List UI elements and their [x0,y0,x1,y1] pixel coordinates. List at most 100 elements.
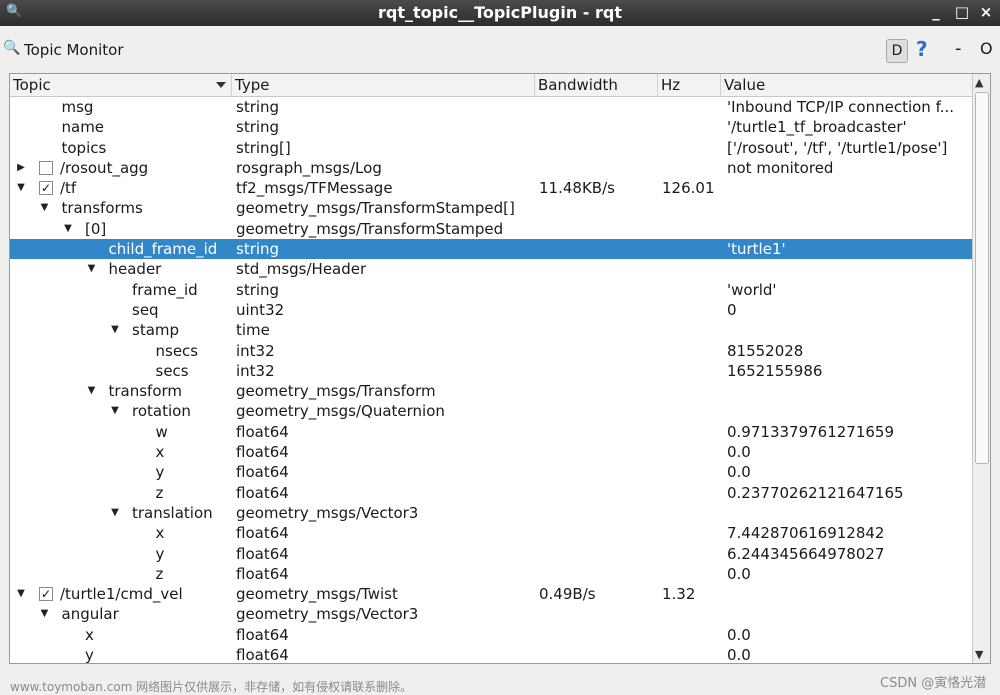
scroll-up-icon[interactable]: ▲ [975,76,983,89]
dock-button[interactable]: D [886,39,908,63]
column-header-bandwidth[interactable]: Bandwidth [535,74,658,96]
topic-type: float64 [236,544,289,563]
tree-row[interactable]: secs int32 1652155986 [10,361,972,381]
expanded-arrow-icon[interactable]: ▼ [14,178,28,198]
column-header-type[interactable]: Type [232,74,535,96]
window-titlebar[interactable]: 🔍 rqt_topic__TopicPlugin - rqt _ □ × [0,0,1000,26]
topic-value: ['/rosout', '/tf', '/turtle1/pose'] [727,138,948,157]
monitor-checkbox[interactable]: ✓ [39,181,53,196]
monitor-checkbox[interactable]: ✓ [39,587,53,602]
expanded-arrow-icon[interactable]: ▼ [108,320,122,340]
expanded-arrow-icon[interactable]: ▼ [38,604,52,624]
tree-row[interactable]: ▼ rotation geometry_msgs/Quaternion [10,401,972,421]
topic-value: 0.0 [727,443,751,462]
expanded-arrow-icon[interactable]: ▼ [61,219,75,239]
expanded-arrow-icon[interactable]: ▼ [14,584,28,604]
topic-type: float64 [236,483,289,502]
topic-name: /rosout_agg [60,158,149,177]
tree-row[interactable]: y float64 0.0 [10,462,972,482]
tree-row[interactable]: ▼ transforms geometry_msgs/TransformStampe… [10,198,972,218]
topic-name: transforms [61,199,143,218]
topic-type: float64 [236,646,289,664]
maximize-button[interactable]: □ [952,3,972,21]
window-title: rqt_topic__TopicPlugin - rqt [378,3,622,22]
close-button[interactable]: × [976,3,996,21]
topic-bandwidth: 0.49B/s [539,585,596,604]
topic-name: x [155,524,165,543]
topic-type: int32 [236,361,275,380]
plugin-close-button[interactable]: O [980,39,993,58]
topic-value: 81552028 [727,341,804,360]
tree-row[interactable]: ▼ translation geometry_msgs/Vector3 [10,503,972,523]
topic-name: x [85,625,94,644]
tree-row[interactable]: msg string 'Inbound TCP/IP connection f... [10,97,972,117]
topic-name: rotation [132,402,191,421]
magnifier-icon: 🔍 [3,40,21,56]
scroll-down-icon[interactable]: ▼ [975,648,983,661]
topic-tree[interactable]: Topic Type Bandwidth Hz Value msg string '… [9,73,991,664]
expanded-arrow-icon[interactable]: ▼ [38,198,52,218]
scrollbar-thumb[interactable] [975,92,989,464]
topic-hz: 1.32 [662,585,696,604]
topic-name: seq [132,300,159,319]
tree-row[interactable]: ▼ [0] geometry_msgs/TransformStamped [10,219,972,239]
tree-row[interactable]: y float64 6.244345664978027 [10,544,972,564]
topic-type: geometry_msgs/TransformStamped[] [236,199,515,218]
expanded-arrow-icon[interactable]: ▼ [108,503,122,523]
tree-row[interactable]: ▼ ✓ /turtle1/cmd_vel geometry_msgs/Twist 0.4… [10,584,972,604]
column-header-value[interactable]: Value [721,74,972,96]
topic-name: name [61,118,105,137]
tree-row[interactable]: x float64 0.0 [10,442,972,462]
topic-type: geometry_msgs/Transform [236,382,436,401]
topic-name: w [155,422,168,441]
monitor-checkbox[interactable] [39,160,53,175]
tree-row[interactable]: ▼ transform geometry_msgs/Transform [10,381,972,401]
topic-value: not monitored [727,158,834,177]
topic-type: string [236,280,280,299]
tree-row[interactable]: z float64 0.0 [10,564,972,584]
topic-bandwidth: 11.48KB/s [539,179,615,198]
plugin-minimize-button[interactable]: - [955,38,962,59]
topic-name: /tf [60,179,77,198]
topic-type: geometry_msgs/TransformStamped [236,219,504,238]
topic-name: z [155,564,164,583]
topic-value: 0.0 [727,463,751,482]
tree-row[interactable]: x float64 7.442870616912842 [10,523,972,543]
tree-row[interactable]: child_frame_id string 'turtle1' [10,239,972,260]
topic-name: child_frame_id [108,240,218,259]
tree-row[interactable]: ▼ angular geometry_msgs/Vector3 [10,604,972,624]
topic-value: 'Inbound TCP/IP connection f... [727,98,955,116]
tree-row[interactable]: ▼ header std_msgs/Header [10,259,972,279]
topic-type: int32 [236,341,275,360]
topic-name: nsecs [155,341,199,360]
tree-row[interactable]: nsecs int32 81552028 [10,341,972,361]
tree-row[interactable]: topics string[] ['/rosout', '/tf', '/turtl… [10,138,972,158]
column-header-topic[interactable]: Topic [10,74,232,96]
tree-row[interactable]: z float64 0.23770262121647165 [10,483,972,503]
vertical-scrollbar[interactable]: ▲ ▼ [972,74,990,663]
topic-type: rosgraph_msgs/Log [236,158,382,177]
tree-row[interactable]: y float64 0.0 [10,645,972,664]
tree-row[interactable]: ▼ stamp time [10,320,972,340]
topic-name: y [85,646,94,664]
tree-row[interactable]: frame_id string 'world' [10,280,972,300]
expanded-arrow-icon[interactable]: ▼ [108,401,122,421]
tree-row[interactable]: w float64 0.9713379761271659 [10,422,972,442]
expanded-arrow-icon[interactable]: ▼ [85,381,99,401]
topic-name: topics [61,138,107,157]
minimize-button[interactable]: _ [926,3,946,21]
help-button[interactable]: ? [916,37,928,61]
tree-row[interactable]: x float64 0.0 [10,625,972,645]
tree-row[interactable]: name string '/turtle1_tf_broadcaster' [10,117,972,137]
tree-row[interactable]: ▶ /rosout_agg rosgraph_msgs/Log not monitor… [10,158,972,178]
tree-row[interactable]: ▼ ✓ /tf tf2_msgs/TFMessage 11.48KB/s 126.01 [10,178,972,198]
topic-type: geometry_msgs/Vector3 [236,605,419,624]
topic-name: stamp [132,321,180,340]
topic-name: frame_id [132,280,198,299]
tree-row[interactable]: seq uint32 0 [10,300,972,320]
expanded-arrow-icon[interactable]: ▼ [85,259,99,279]
topic-name: secs [155,361,189,380]
topic-type: uint32 [236,300,285,319]
column-header-hz[interactable]: Hz [658,74,721,96]
collapsed-arrow-icon[interactable]: ▶ [14,158,28,178]
